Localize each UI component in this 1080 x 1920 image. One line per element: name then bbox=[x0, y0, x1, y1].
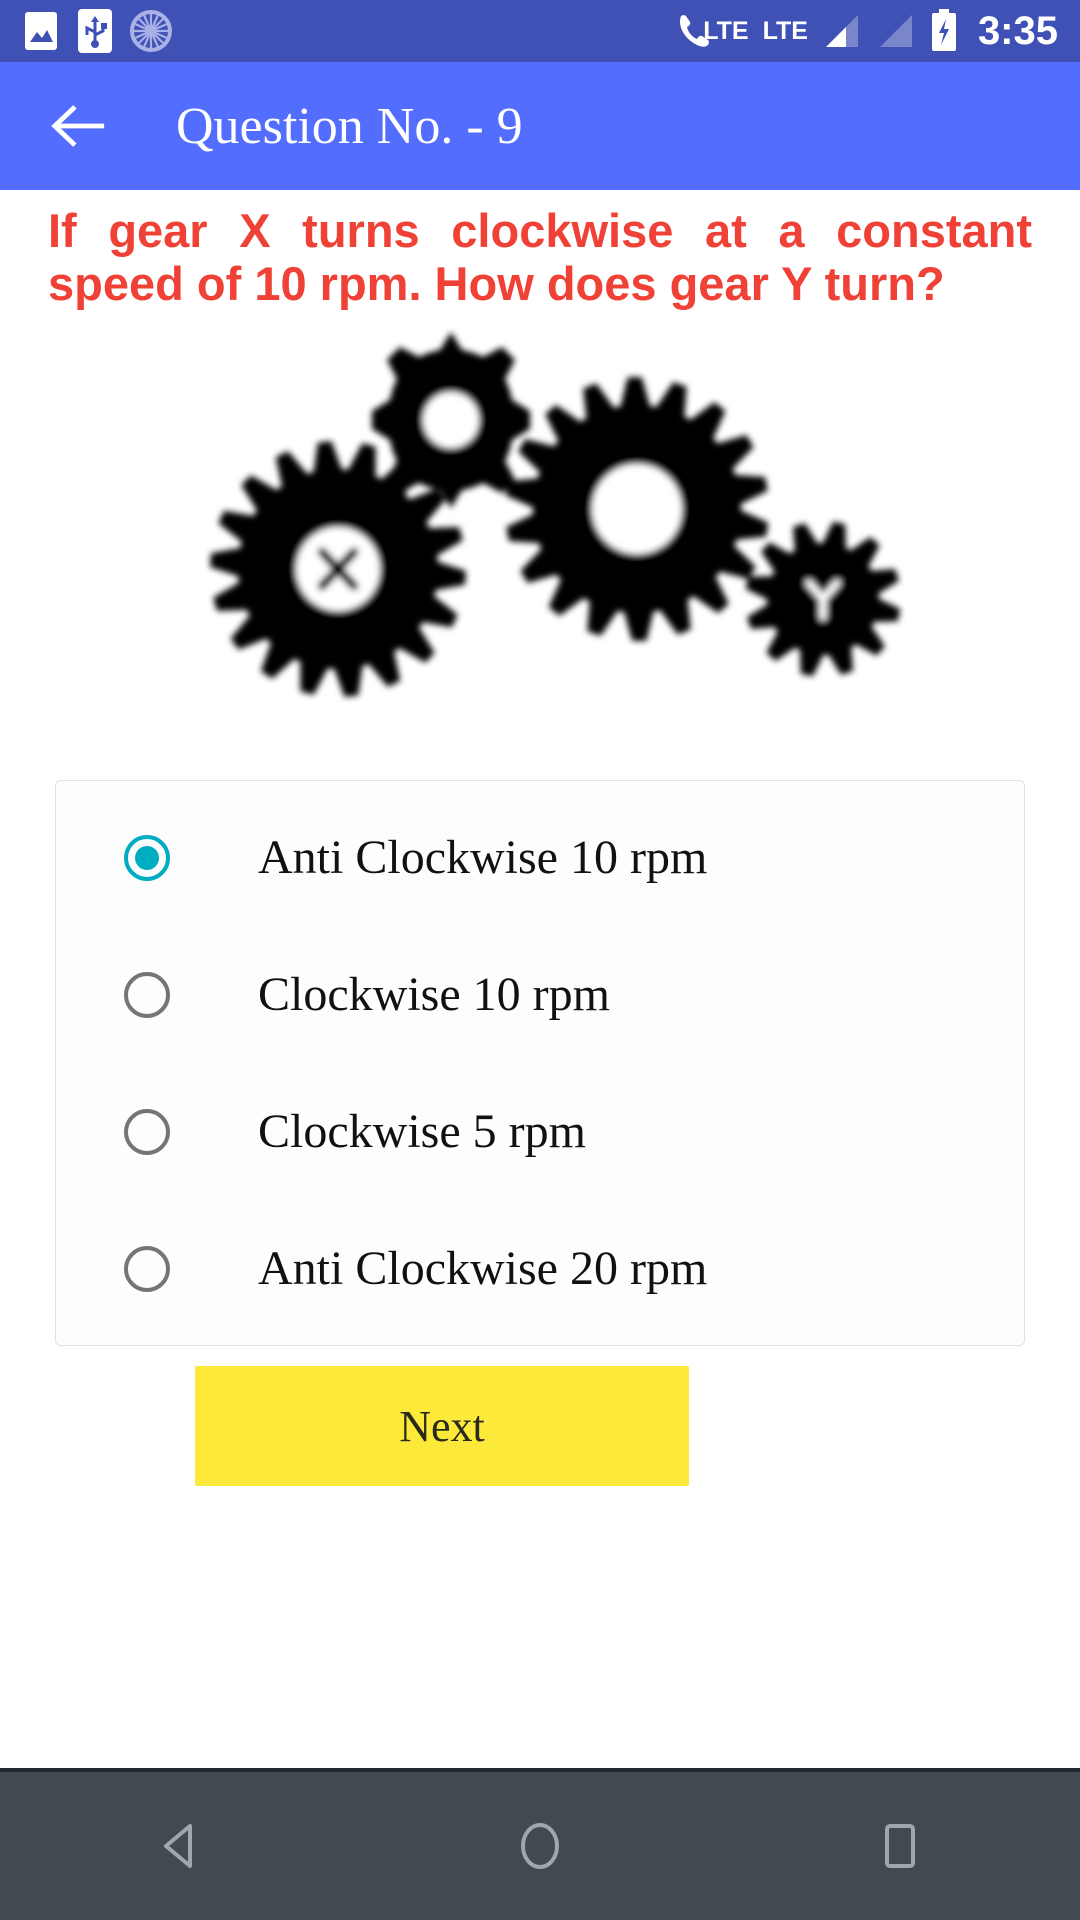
option-label-1: Clockwise 10 rpm bbox=[258, 968, 610, 1022]
question-text: If gear X turns clockwise at a constant … bbox=[48, 204, 1032, 311]
status-bar: LTE LTE 3:35 bbox=[0, 0, 1080, 62]
app-bar: Question No. - 9 bbox=[0, 62, 1080, 190]
network-type-label-2: LTE bbox=[762, 16, 808, 45]
option-row-1[interactable]: Clockwise 10 rpm bbox=[56, 926, 1024, 1063]
gear-train-svg bbox=[210, 332, 901, 698]
phone-lte-icon bbox=[675, 10, 713, 52]
content-area: If gear X turns clockwise at a constant … bbox=[0, 190, 1080, 1768]
clock-label: 3:35 bbox=[977, 8, 1058, 53]
radio-button-0[interactable] bbox=[124, 834, 170, 881]
battery-charging-icon bbox=[930, 9, 958, 53]
radio-button-3[interactable] bbox=[124, 1245, 170, 1292]
signal-bar-icon bbox=[822, 11, 862, 51]
page-title: Question No. - 9 bbox=[176, 97, 523, 155]
recents-square-icon[interactable] bbox=[830, 1796, 970, 1896]
option-row-2[interactable]: Clockwise 5 rpm bbox=[56, 1063, 1024, 1200]
home-circle-icon[interactable] bbox=[470, 1796, 610, 1896]
radio-button-2[interactable] bbox=[124, 1108, 170, 1155]
signal-bar-empty-icon bbox=[876, 11, 916, 51]
next-button[interactable]: Next bbox=[195, 1366, 689, 1487]
option-label-3: Anti Clockwise 20 rpm bbox=[258, 1242, 708, 1296]
app-screen: LTE LTE 3:35 Question No. - 9 If gear X … bbox=[0, 0, 1080, 1920]
usb-icon bbox=[76, 8, 114, 54]
option-row-3[interactable]: Anti Clockwise 20 rpm bbox=[56, 1200, 1024, 1337]
radio-button-1[interactable] bbox=[124, 971, 170, 1018]
option-label-0: Anti Clockwise 10 rpm bbox=[258, 831, 708, 885]
status-bar-right-icons: LTE LTE 3:35 bbox=[675, 9, 1058, 54]
option-row-0[interactable]: Anti Clockwise 10 rpm bbox=[56, 789, 1024, 926]
ashoka-chakra-icon bbox=[130, 10, 172, 52]
gear-train-diagram bbox=[0, 310, 1080, 762]
back-triangle-icon[interactable] bbox=[110, 1796, 250, 1896]
image-icon bbox=[22, 10, 60, 52]
status-bar-left-icons bbox=[22, 8, 172, 54]
back-arrow-icon[interactable] bbox=[48, 96, 108, 156]
system-nav-bar bbox=[0, 1768, 1080, 1920]
options-card: Anti Clockwise 10 rpm Clockwise 10 rpm C… bbox=[55, 780, 1025, 1347]
next-button-zone: Next bbox=[0, 1346, 1080, 1768]
option-label-2: Clockwise 5 rpm bbox=[258, 1105, 586, 1159]
